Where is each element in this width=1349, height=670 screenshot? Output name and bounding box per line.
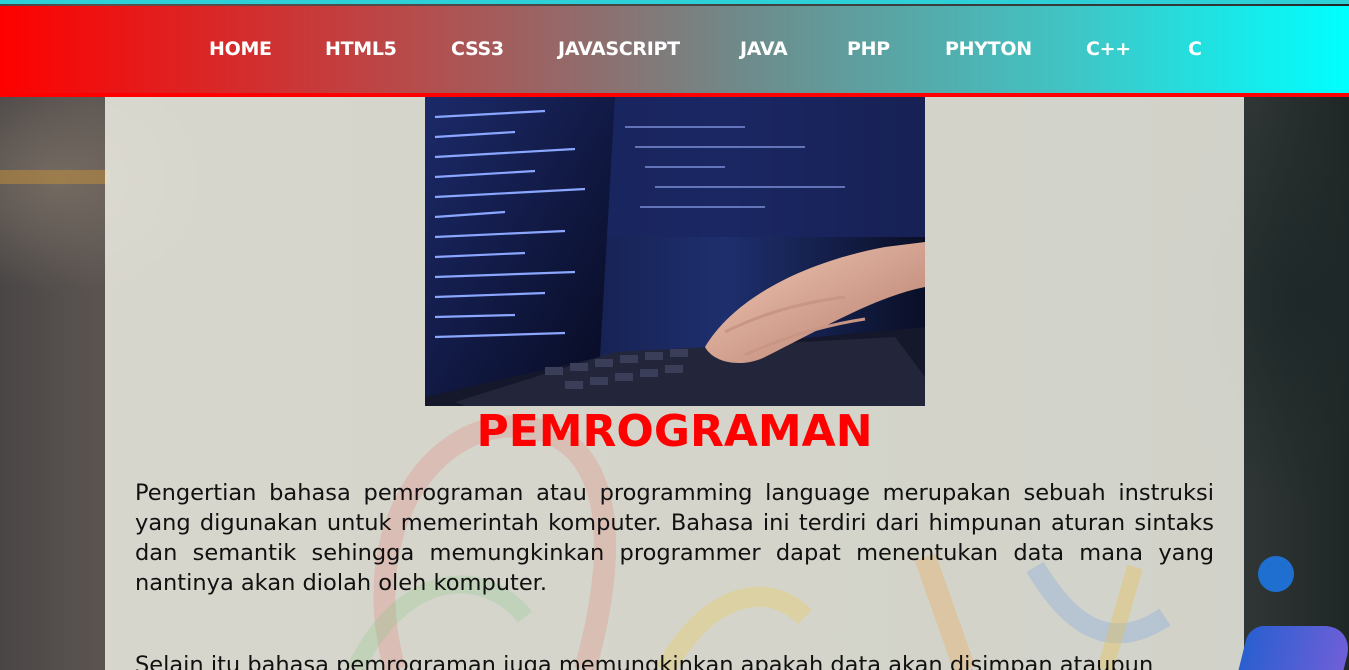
nav-item-phyton[interactable]: PHYTON <box>945 38 1032 60</box>
hero-image <box>425 97 925 406</box>
laptop-coding-photo <box>425 97 925 406</box>
intro-paragraph: Pengertian bahasa pemrograman atau progr… <box>135 480 1214 596</box>
navigation-bar: HOME HTML5 CSS3 JAVASCRIPT JAVA PHP PHYT… <box>0 6 1349 97</box>
nav-item-php[interactable]: PHP <box>847 38 890 60</box>
nav-item-javascript[interactable]: JAVASCRIPT <box>558 38 680 60</box>
second-paragraph: Selain itu bahasa pemrograman juga memun… <box>135 652 1154 670</box>
nav-item-java[interactable]: JAVA <box>740 38 788 60</box>
nav-item-css3[interactable]: CSS3 <box>451 38 504 60</box>
nav-item-home[interactable]: HOME <box>209 38 272 60</box>
page-title: PEMROGRAMAN <box>476 406 873 457</box>
top-accent-line <box>0 0 1349 4</box>
nav-menu: HOME HTML5 CSS3 JAVASCRIPT JAVA PHP PHYT… <box>0 6 1349 93</box>
background-stripe <box>0 170 110 184</box>
nav-item-html5[interactable]: HTML5 <box>325 38 397 60</box>
decorative-blue-shape <box>1238 626 1349 670</box>
nav-item-cpp[interactable]: C++ <box>1086 38 1131 60</box>
content-panel: PEMROGRAMAN Pengertian bahasa pemrograma… <box>105 97 1244 670</box>
nav-item-c[interactable]: C <box>1188 38 1202 60</box>
